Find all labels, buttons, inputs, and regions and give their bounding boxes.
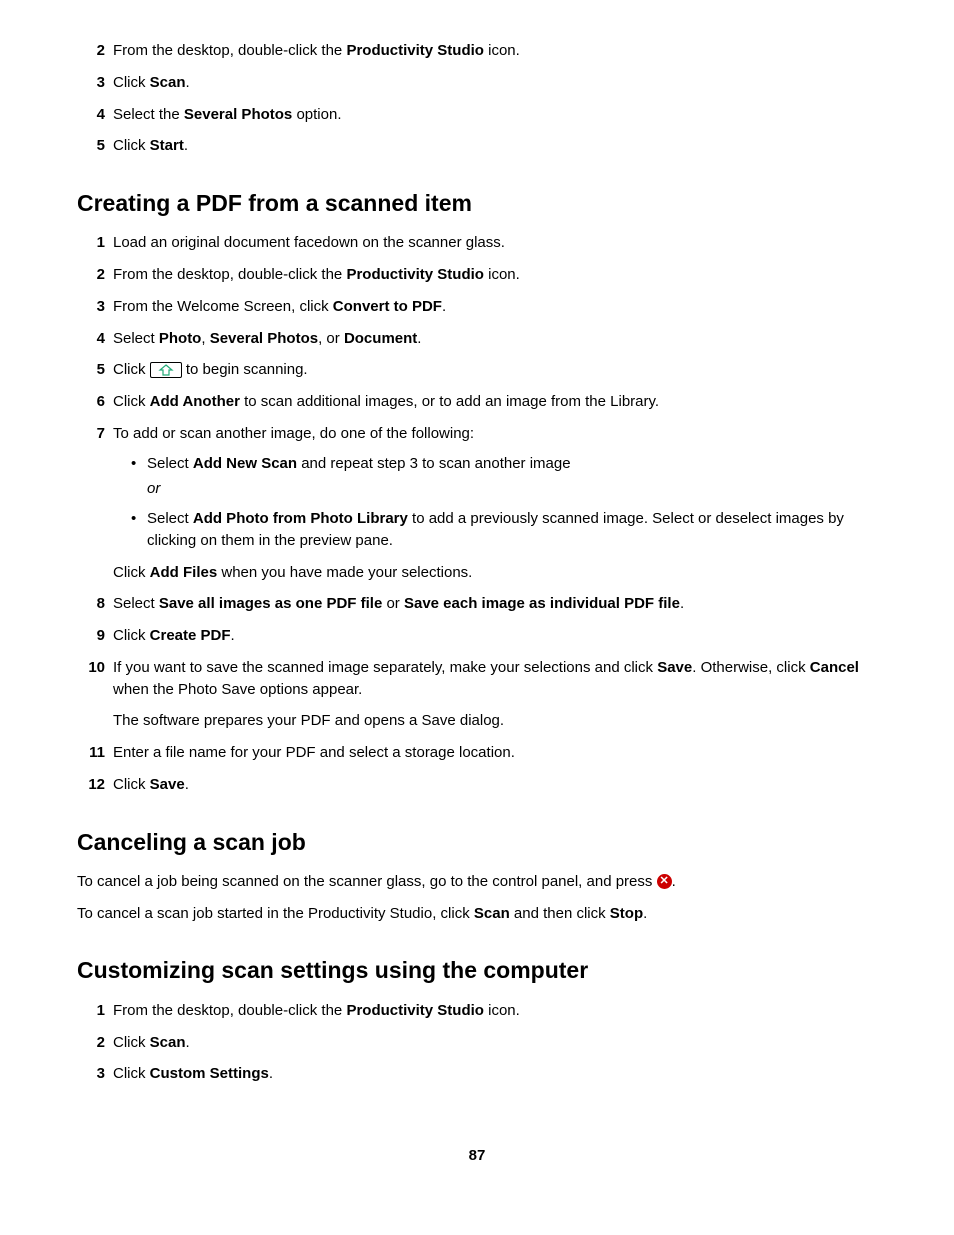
step-item: 3 Click Scan. <box>77 72 877 94</box>
or-text: or <box>147 478 877 500</box>
substeps: Select Add New Scan and repeat step 3 to… <box>131 453 877 552</box>
step-text: Enter a file name for your PDF and selec… <box>113 742 877 764</box>
step-text: From the desktop, double-click the Produ… <box>113 1000 877 1022</box>
step-number: 4 <box>77 104 113 126</box>
creating-pdf-steps: 1 Load an original document facedown on … <box>77 232 877 795</box>
cancel-paragraph-1: To cancel a job being scanned on the sca… <box>77 871 877 893</box>
heading-canceling-scan: Canceling a scan job <box>77 826 877 859</box>
step-text: Click Add Another to scan additional ima… <box>113 391 877 413</box>
step-text: Click Save. <box>113 774 877 796</box>
step-number: 5 <box>77 135 113 157</box>
step-text: Click Scan. <box>113 72 877 94</box>
step-text: Click Custom Settings. <box>113 1063 877 1085</box>
step-number: 2 <box>77 40 113 62</box>
followup-text: Click Add Files when you have made your … <box>113 562 877 584</box>
step-number: 2 <box>77 1032 113 1054</box>
step-number: 8 <box>77 593 113 615</box>
step-text: Load an original document facedown on th… <box>113 232 877 254</box>
cancel-icon: ✕ <box>657 874 672 889</box>
step-number: 9 <box>77 625 113 647</box>
step-text: From the desktop, double-click the Produ… <box>113 264 877 286</box>
step-number: 2 <box>77 264 113 286</box>
substep: Select Add New Scan and repeat step 3 to… <box>131 453 877 501</box>
step-item: 6 Click Add Another to scan additional i… <box>77 391 877 413</box>
step-text: Select Save all images as one PDF file o… <box>113 593 877 615</box>
heading-creating-pdf: Creating a PDF from a scanned item <box>77 187 877 220</box>
step-text: From the desktop, double-click the Produ… <box>113 40 877 62</box>
step-item: 3 Click Custom Settings. <box>77 1063 877 1085</box>
step-item: 8 Select Save all images as one PDF file… <box>77 593 877 615</box>
step-item: 2 From the desktop, double-click the Pro… <box>77 40 877 62</box>
step-text: Click Start. <box>113 135 877 157</box>
step-text: Select the Several Photos option. <box>113 104 877 126</box>
step-text: To add or scan another image, do one of … <box>113 423 877 584</box>
step-item: 3 From the Welcome Screen, click Convert… <box>77 296 877 318</box>
step-number: 3 <box>77 296 113 318</box>
step-number: 3 <box>77 72 113 94</box>
step-item: 5 Click Start. <box>77 135 877 157</box>
step-text: Click Scan. <box>113 1032 877 1054</box>
step-item: 1 Load an original document facedown on … <box>77 232 877 254</box>
step-item: 2 From the desktop, double-click the Pro… <box>77 264 877 286</box>
step-text: From the Welcome Screen, click Convert t… <box>113 296 877 318</box>
step-text: Select Photo, Several Photos, or Documen… <box>113 328 877 350</box>
step-number: 5 <box>77 359 113 381</box>
followup-text: The software prepares your PDF and opens… <box>113 710 877 732</box>
customizing-steps: 1 From the desktop, double-click the Pro… <box>77 1000 877 1085</box>
step-text: If you want to save the scanned image se… <box>113 657 877 732</box>
step-item: 7 To add or scan another image, do one o… <box>77 423 877 584</box>
step-number: 12 <box>77 774 113 796</box>
step-item: 9 Click Create PDF. <box>77 625 877 647</box>
step-text: Click Create PDF. <box>113 625 877 647</box>
step-item: 12 Click Save. <box>77 774 877 796</box>
step-item: 1 From the desktop, double-click the Pro… <box>77 1000 877 1022</box>
substep: Select Add Photo from Photo Library to a… <box>131 508 877 552</box>
step-item: 5 Click to begin scanning. <box>77 359 877 381</box>
heading-customizing-scan: Customizing scan settings using the comp… <box>77 954 877 987</box>
step-item: 4 Select Photo, Several Photos, or Docum… <box>77 328 877 350</box>
step-text: Click to begin scanning. <box>113 359 877 381</box>
step-item: 2 Click Scan. <box>77 1032 877 1054</box>
step-number: 11 <box>77 742 113 764</box>
step-number: 10 <box>77 657 113 679</box>
step-number: 7 <box>77 423 113 445</box>
intro-steps: 2 From the desktop, double-click the Pro… <box>77 40 877 157</box>
page-number: 87 <box>77 1145 877 1167</box>
cancel-paragraph-2: To cancel a scan job started in the Prod… <box>77 903 877 925</box>
step-item: 10 If you want to save the scanned image… <box>77 657 877 732</box>
step-item: 4 Select the Several Photos option. <box>77 104 877 126</box>
step-number: 1 <box>77 232 113 254</box>
step-number: 1 <box>77 1000 113 1022</box>
scan-start-icon <box>150 362 182 378</box>
step-item: 11 Enter a file name for your PDF and se… <box>77 742 877 764</box>
step-number: 4 <box>77 328 113 350</box>
step-number: 6 <box>77 391 113 413</box>
step-number: 3 <box>77 1063 113 1085</box>
